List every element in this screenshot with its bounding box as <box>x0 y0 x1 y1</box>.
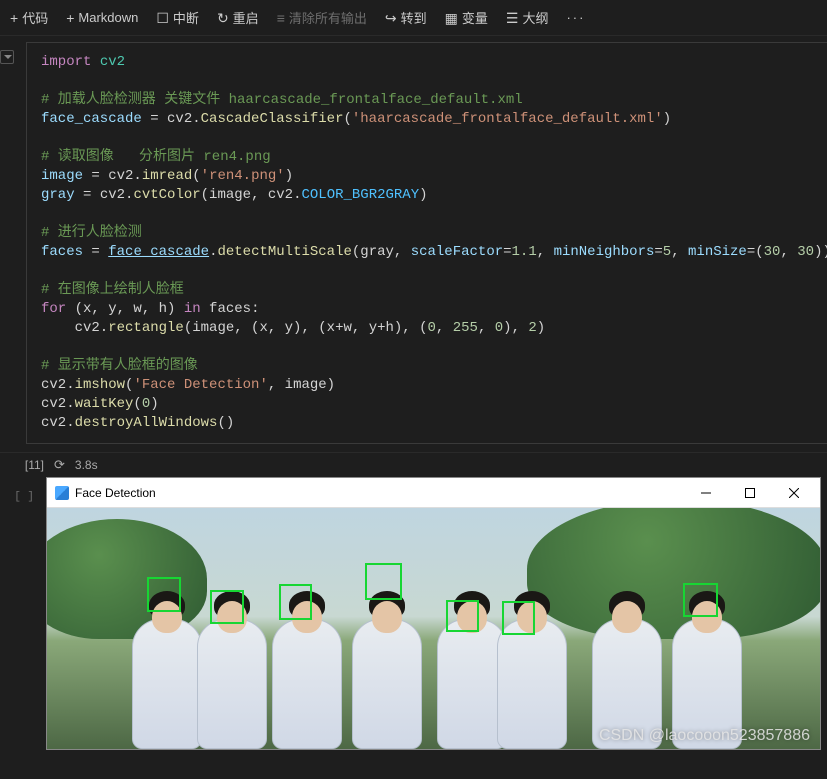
watermark: CSDN @laocooon523857886 <box>599 727 810 745</box>
toolbar-label: 清除所有输出 <box>289 8 367 27</box>
cell-gutter <box>0 40 20 452</box>
minimize-button[interactable] <box>684 479 728 507</box>
output-image: CSDN @laocooon523857886 <box>47 508 820 749</box>
face-detection-box <box>279 584 312 620</box>
toolbar-label: 代码 <box>22 8 48 27</box>
output-cell-label: [ ] <box>14 491 34 503</box>
window-title: Face Detection <box>75 486 684 500</box>
outline-icon: ☰ <box>506 11 519 25</box>
output-row: [ ] Face Detection <box>0 477 827 756</box>
rerun-icon[interactable]: ⟳ <box>54 457 65 473</box>
output-gutter: [ ] <box>0 477 40 756</box>
collapse-cell-toggle[interactable] <box>0 50 14 64</box>
face-detection-box <box>365 563 402 600</box>
clear-output-button[interactable]: ≡ 清除所有输出 <box>277 8 367 27</box>
close-button[interactable] <box>772 479 816 507</box>
interrupt-button[interactable]: ☐ 中断 <box>156 8 199 27</box>
face-detection-box <box>502 601 535 635</box>
face-detection-box <box>446 600 479 632</box>
cell-execution-label: [11] <box>10 458 44 472</box>
toolbar-label: ··· <box>566 10 585 25</box>
toolbar-label: 中断 <box>173 8 199 27</box>
plus-icon: + <box>10 11 18 25</box>
notebook-toolbar: + 代码 + Markdown ☐ 中断 ↻ 重启 ≡ 清除所有输出 ↪ 转到 … <box>0 0 827 36</box>
plus-icon: + <box>66 11 74 25</box>
code-editor[interactable]: import cv2 # 加载人脸检测器 关键文件 haarcascade_fr… <box>26 42 827 444</box>
execution-status-bar: [11] ⟳ 3.8s <box>0 452 827 477</box>
toolbar-label: Markdown <box>78 10 138 25</box>
app-icon <box>55 486 69 500</box>
toolbar-label: 大纲 <box>522 8 548 27</box>
toolbar-label: 转到 <box>401 8 427 27</box>
variables-icon: ▦ <box>445 11 458 25</box>
restart-icon: ↻ <box>217 11 229 25</box>
add-markdown-cell-button[interactable]: + Markdown <box>66 10 138 25</box>
more-button[interactable]: ··· <box>566 10 585 25</box>
goto-icon: ↪ <box>385 11 397 25</box>
execution-duration: 3.8s <box>75 458 98 472</box>
window-titlebar[interactable]: Face Detection <box>47 478 820 508</box>
goto-button[interactable]: ↪ 转到 <box>385 8 427 27</box>
clear-icon: ≡ <box>277 11 285 25</box>
stop-icon: ☐ <box>156 11 169 25</box>
variables-button[interactable]: ▦ 变量 <box>445 8 488 27</box>
toolbar-label: 重启 <box>233 8 259 27</box>
code-cell: import cv2 # 加载人脸检测器 关键文件 haarcascade_fr… <box>0 36 827 452</box>
face-detection-box <box>210 590 244 624</box>
restart-button[interactable]: ↻ 重启 <box>217 8 259 27</box>
face-detection-box <box>147 577 181 612</box>
add-code-cell-button[interactable]: + 代码 <box>10 8 48 27</box>
face-detection-box <box>683 583 718 617</box>
opencv-window: Face Detection <box>46 477 821 750</box>
maximize-button[interactable] <box>728 479 772 507</box>
outline-button[interactable]: ☰ 大纲 <box>506 8 549 27</box>
toolbar-label: 变量 <box>462 8 488 27</box>
